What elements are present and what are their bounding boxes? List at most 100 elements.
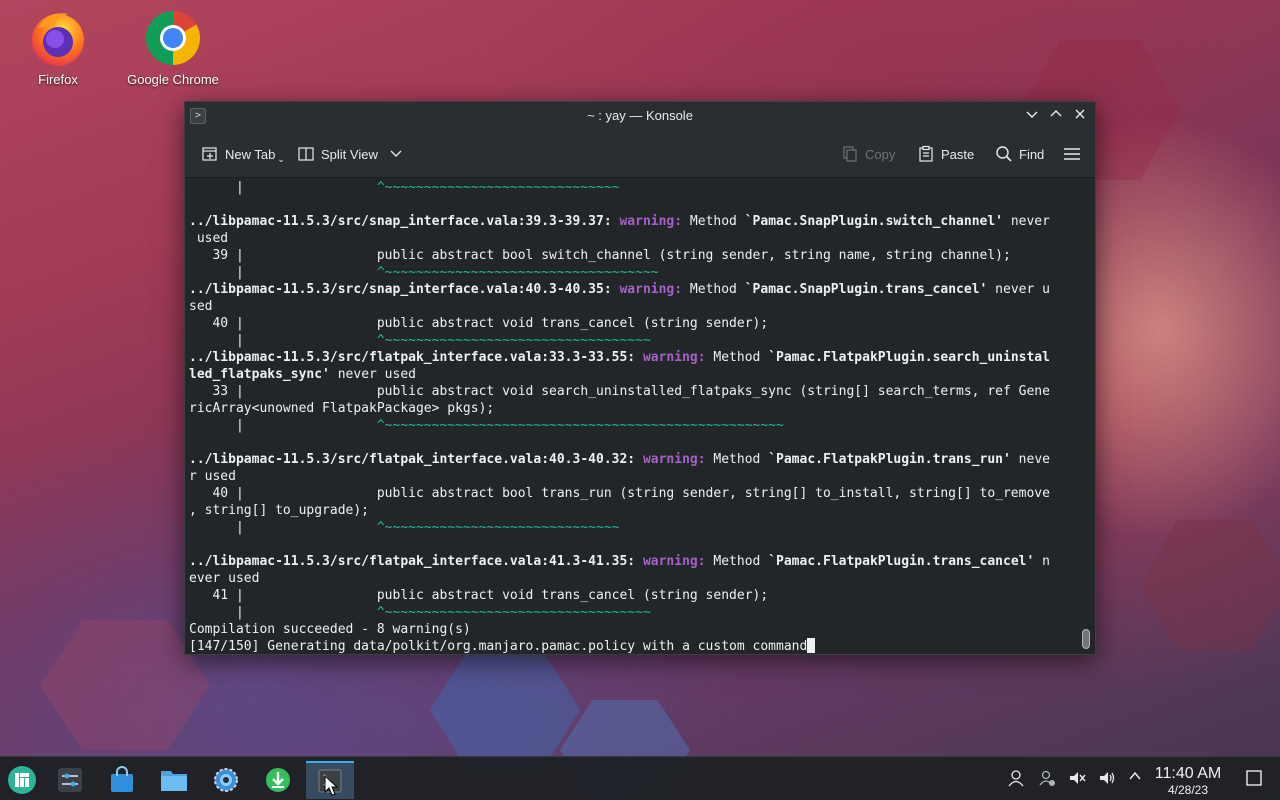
clock-time: 11:40 AM	[1154, 765, 1222, 782]
terminal-text: Method	[682, 282, 745, 297]
user-icon[interactable]	[1006, 769, 1026, 789]
desktop-icon-firefox[interactable]: Firefox	[3, 8, 113, 87]
maximize-button[interactable]	[1047, 106, 1065, 126]
terminal-text: ../libpamac-11.5.3/src/snap_interface.va…	[189, 282, 612, 297]
terminal-line: led_flatpaks_sync' never used	[189, 366, 1095, 383]
terminal-line: 40 | public abstract bool trans_run (str…	[189, 485, 1095, 502]
gear-icon	[214, 768, 238, 792]
paste-icon	[917, 145, 935, 163]
chevron-up-icon[interactable]	[1125, 769, 1145, 789]
desktop-icon-google-chrome[interactable]: Google Chrome	[118, 8, 228, 87]
warning-label: warning:	[619, 214, 683, 229]
new-tab-button[interactable]: New Tab ⌄	[201, 142, 285, 166]
terminal-text: |	[189, 265, 377, 280]
desktop-icon-label: Google Chrome	[127, 72, 219, 87]
terminal-line: sed	[189, 298, 1095, 315]
terminal-output[interactable]: | ^~~~~~~~~~~~~~~~~~~~~~~~~~~~~~~ ../libp…	[185, 179, 1095, 654]
find-button[interactable]: Find	[995, 142, 1044, 166]
application-launcher-button[interactable]	[0, 761, 44, 799]
paste-label: Paste	[941, 146, 975, 162]
chevron-down-icon: ⌄	[277, 153, 285, 164]
show-desktop-icon[interactable]	[1244, 769, 1264, 789]
terminal-text: never u	[987, 282, 1050, 297]
user-switch-icon[interactable]	[1037, 769, 1057, 789]
terminal-text: ^~~~~~~~~~~~~~~~~~~~~~~~~~~~~~~~~~~	[376, 333, 651, 348]
terminal-line: ../libpamac-11.5.3/src/snap_interface.va…	[189, 281, 1095, 298]
mouse-cursor-icon	[324, 775, 339, 796]
warning-label: warning:	[642, 350, 706, 365]
sliders-icon	[58, 768, 82, 792]
taskbar-pamac-update-manager[interactable]	[256, 761, 300, 799]
terminal-text: Method	[705, 554, 769, 569]
window-title: ~ : yay — Konsole	[587, 108, 693, 123]
taskbar-system-settings[interactable]	[204, 761, 248, 799]
terminal-text: ^~~~~~~~~~~~~~~~~~~~~~~~~~~~~~~	[376, 520, 620, 535]
search-icon	[995, 145, 1013, 163]
copy-label: Copy	[865, 146, 896, 162]
terminal-line: | ^~~~~~~~~~~~~~~~~~~~~~~~~~~~~~~	[189, 519, 1095, 536]
volume-icon[interactable]	[1097, 769, 1117, 789]
konsole-window: > ~ : yay — Konsole New Tab ⌄ Split View…	[184, 101, 1096, 655]
terminal-text: ^~~~~~~~~~~~~~~~~~~~~~~~~~~~~~~~~~~	[376, 605, 651, 620]
find-label: Find	[1019, 146, 1045, 162]
warning-label: warning:	[642, 554, 706, 569]
terminal-line: ../libpamac-11.5.3/src/flatpak_interface…	[189, 349, 1095, 366]
taskbar: 11:40 AM 4/28/23	[0, 756, 1280, 800]
terminal-text: never	[1003, 214, 1050, 229]
copy-button[interactable]: Copy	[841, 142, 895, 166]
terminal-text: used	[189, 231, 229, 246]
terminal-text: Method	[705, 350, 769, 365]
audio-muted-icon[interactable]	[1067, 769, 1087, 789]
firefox-icon	[28, 8, 88, 68]
hamburger-menu-button[interactable]	[1063, 142, 1081, 166]
terminal-text: |	[189, 418, 377, 433]
window-titlebar[interactable]: > ~ : yay — Konsole	[185, 102, 1095, 130]
copy-icon	[841, 145, 859, 163]
hamburger-menu-icon	[1063, 145, 1081, 163]
terminal-line: ever used	[189, 570, 1095, 587]
terminal-text: 40 | public abstract bool trans_run (str…	[189, 486, 1050, 501]
background-hexagon	[430, 650, 580, 770]
close-icon	[1075, 109, 1085, 119]
split-view-button[interactable]: Split View	[297, 142, 402, 166]
minimize-button[interactable]	[1023, 106, 1041, 126]
taskbar-clock[interactable]: 11:40 AM 4/28/23	[1148, 765, 1228, 797]
taskbar-software-store[interactable]	[100, 761, 144, 799]
terminal-line: | ^~~~~~~~~~~~~~~~~~~~~~~~~~~~~~~~~~~	[189, 604, 1095, 621]
terminal-text: never used	[329, 367, 416, 382]
terminal-line: ../libpamac-11.5.3/src/flatpak_interface…	[189, 553, 1095, 570]
terminal-text: `Pamac.FlatpakPlugin.trans_cancel'	[768, 554, 1035, 569]
terminal-text: Method	[682, 214, 745, 229]
terminal-text: 40 | public abstract void trans_cancel (…	[189, 316, 769, 331]
terminal-line: 41 | public abstract void trans_cancel (…	[189, 587, 1095, 604]
chevron-down-icon	[390, 147, 402, 162]
terminal-text: |	[189, 333, 377, 348]
terminal-text: ../libpamac-11.5.3/src/flatpak_interface…	[189, 452, 636, 467]
terminal-text: 41 | public abstract void trans_cancel (…	[189, 588, 769, 603]
taskbar-konsole[interactable]	[306, 761, 354, 799]
terminal-scrollbar[interactable]	[1082, 629, 1090, 649]
new-tab-icon	[201, 145, 219, 163]
terminal-text: `Pamac.SnapPlugin.switch_channel'	[744, 214, 1003, 229]
clock-date: 4/28/23	[1167, 783, 1209, 797]
folder-icon	[161, 771, 187, 791]
terminal-text: n	[1034, 554, 1050, 569]
terminal-text: `Pamac.FlatpakPlugin.trans_run'	[768, 452, 1011, 467]
terminal-text: neve	[1010, 452, 1050, 467]
terminal-text: ../libpamac-11.5.3/src/snap_interface.va…	[189, 214, 612, 229]
terminal-line: 39 | public abstract bool switch_channel…	[189, 247, 1095, 264]
chevron-up-icon	[1050, 110, 1062, 117]
terminal-text: led_flatpaks_sync'	[189, 367, 330, 382]
terminal-text: 39 | public abstract bool switch_channel…	[189, 248, 1011, 263]
taskbar-file-manager[interactable]	[152, 761, 196, 799]
taskbar-system-settings-sliders[interactable]	[48, 761, 92, 799]
paste-button[interactable]: Paste	[917, 142, 974, 166]
terminal-text: |	[189, 520, 377, 535]
terminal-text: r used	[189, 469, 236, 484]
warning-label: warning:	[642, 452, 706, 467]
terminal-text: ^~~~~~~~~~~~~~~~~~~~~~~~~~~~~~~~~~~~~~~~…	[376, 418, 784, 433]
close-button[interactable]	[1071, 106, 1089, 126]
